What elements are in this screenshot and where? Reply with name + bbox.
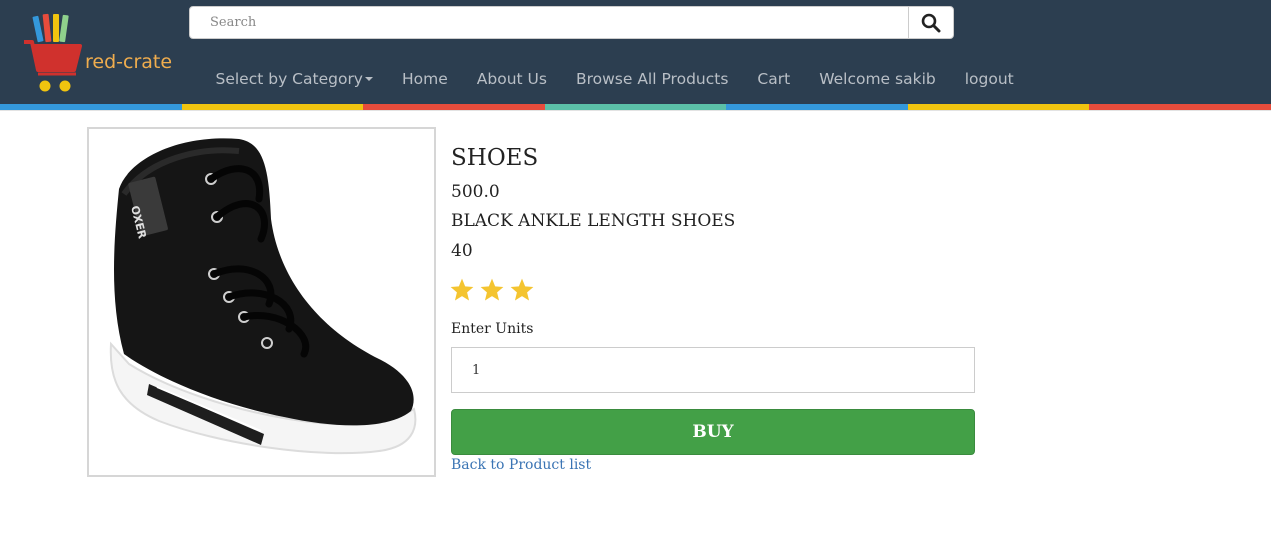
caret-down-icon — [365, 76, 373, 81]
nav-logout[interactable]: logout — [950, 70, 1028, 88]
buy-button[interactable]: BUY — [451, 409, 975, 455]
cart-logo-icon — [24, 13, 82, 92]
product-description: BLACK ANKLE LENGTH SHOES — [451, 211, 736, 231]
nav-home[interactable]: Home — [388, 70, 463, 88]
search-input[interactable] — [189, 6, 909, 39]
product-image: OXER — [87, 127, 436, 477]
nav-welcome-user[interactable]: Welcome sakib — [805, 70, 951, 88]
main-nav: Select by Category Home About Us Browse … — [201, 64, 1028, 94]
star-icon — [480, 278, 504, 301]
units-label: Enter Units — [451, 321, 534, 337]
brand-name: red-crate — [85, 51, 173, 73]
product-price: 500.0 — [451, 182, 500, 202]
star-icon — [450, 278, 474, 301]
nav-category-label: Select by Category — [215, 70, 364, 88]
nav-category-dropdown[interactable]: Select by Category — [201, 70, 388, 88]
units-input[interactable] — [451, 347, 975, 393]
search-icon — [921, 13, 941, 32]
shoe-image: OXER — [109, 138, 417, 455]
product-size: 40 — [451, 241, 473, 261]
search-button[interactable] — [908, 6, 954, 39]
star-icon — [510, 278, 534, 301]
header-divider — [0, 110, 1271, 111]
brand-logo[interactable]: red-crate — [24, 12, 179, 94]
nav-about-us[interactable]: About Us — [462, 70, 561, 88]
product-title: SHOES — [451, 145, 539, 171]
back-to-product-list-link[interactable]: Back to Product list — [451, 457, 591, 473]
product-rating — [449, 277, 535, 303]
nav-browse-products[interactable]: Browse All Products — [561, 70, 742, 88]
nav-cart[interactable]: Cart — [743, 70, 805, 88]
